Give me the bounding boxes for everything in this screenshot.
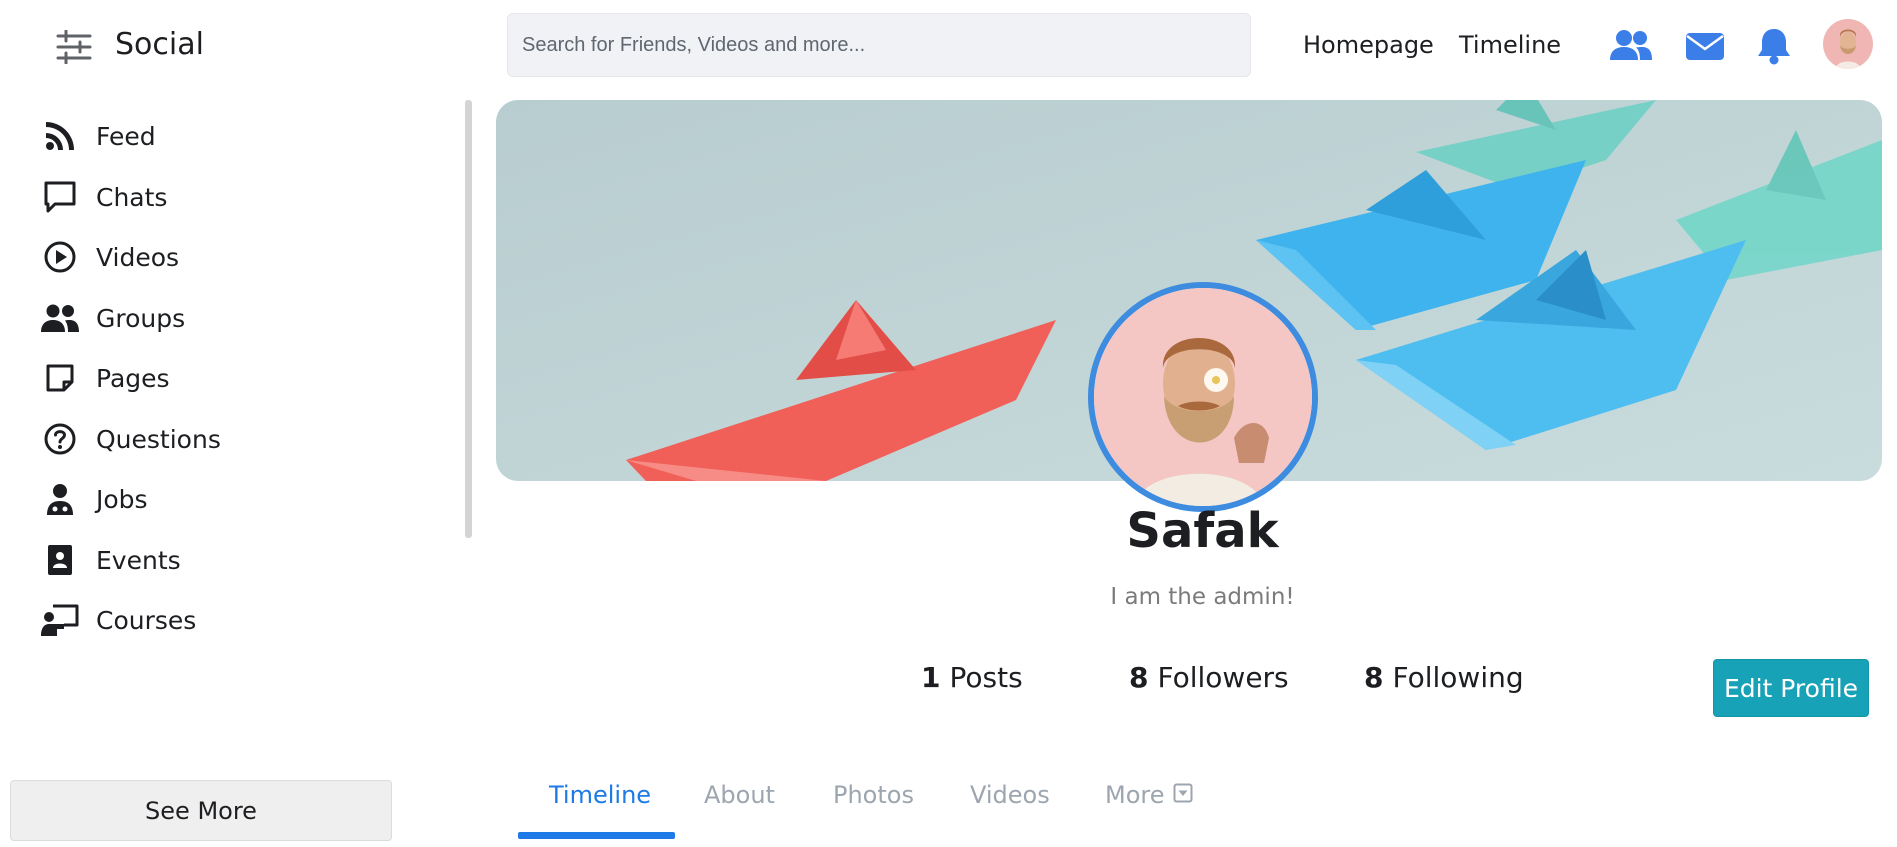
active-tab-indicator xyxy=(518,832,675,839)
sidebar-scrollbar[interactable] xyxy=(465,100,472,538)
stat-label: Following xyxy=(1392,661,1524,694)
users-icon xyxy=(40,298,80,338)
sidebar-item-label: Videos xyxy=(96,242,180,272)
sidebar-item-videos[interactable]: Videos xyxy=(40,232,400,282)
chat-icon xyxy=(40,177,80,217)
following-count[interactable]: 8 Following xyxy=(1364,661,1524,694)
stat-label: Posts xyxy=(949,661,1023,694)
profile-bio: I am the admin! xyxy=(1110,584,1295,610)
edit-profile-button[interactable]: Edit Profile xyxy=(1713,659,1869,717)
sidebar-item-label: Jobs xyxy=(96,484,148,514)
sidebar-item-label: Questions xyxy=(96,424,221,454)
caret-down-icon xyxy=(1173,781,1193,809)
teacher-icon xyxy=(40,600,80,640)
tab-timeline[interactable]: Timeline xyxy=(549,781,651,809)
bell-icon[interactable] xyxy=(1752,26,1796,66)
stat-value: 8 xyxy=(1129,661,1149,694)
nav-link-timeline[interactable]: Timeline xyxy=(1459,31,1561,59)
search-input[interactable] xyxy=(508,14,1250,76)
contact-book-icon xyxy=(40,540,80,580)
tab-more-label: More xyxy=(1105,781,1165,809)
profile-picture[interactable] xyxy=(1088,282,1318,512)
friends-icon[interactable] xyxy=(1609,26,1653,66)
sliders-menu-icon[interactable] xyxy=(54,29,94,65)
sidebar-item-events[interactable]: Events xyxy=(40,535,400,585)
sidebar-item-questions[interactable]: Questions xyxy=(40,414,400,464)
note-icon xyxy=(40,358,80,398)
followers-count[interactable]: 8 Followers xyxy=(1129,661,1289,694)
stat-value: 1 xyxy=(921,661,941,694)
brand-name[interactable]: Social xyxy=(115,27,204,62)
sidebar-item-label: Groups xyxy=(96,303,186,333)
sidebar-item-label: Chats xyxy=(96,182,168,212)
doctor-icon xyxy=(40,479,80,519)
sidebar-item-chats[interactable]: Chats xyxy=(40,172,400,222)
rss-icon xyxy=(40,116,80,156)
sidebar-item-courses[interactable]: Courses xyxy=(40,595,400,645)
sidebar-item-jobs[interactable]: Jobs xyxy=(40,474,400,524)
question-icon xyxy=(40,419,80,459)
see-more-button[interactable]: See More xyxy=(10,780,392,841)
top-navbar: Social Homepage Timeline xyxy=(0,0,1897,92)
stat-value: 8 xyxy=(1364,661,1384,694)
mail-icon[interactable] xyxy=(1683,26,1727,66)
sidebar-item-pages[interactable]: Pages xyxy=(40,353,400,403)
posts-count[interactable]: 1 Posts xyxy=(921,661,1023,694)
sidebar-item-label: Courses xyxy=(96,605,197,635)
user-avatar[interactable] xyxy=(1823,19,1873,69)
profile-name: Safak xyxy=(1126,503,1279,559)
tab-videos[interactable]: Videos xyxy=(970,781,1050,809)
sidebar-item-label: Events xyxy=(96,545,181,575)
sidebar: Feed Chats Videos Groups Pages Questions xyxy=(0,100,470,847)
tab-about[interactable]: About xyxy=(704,781,775,809)
play-icon xyxy=(40,237,80,277)
tab-more[interactable]: More xyxy=(1105,781,1193,809)
stat-label: Followers xyxy=(1157,661,1289,694)
tab-photos[interactable]: Photos xyxy=(833,781,914,809)
nav-link-homepage[interactable]: Homepage xyxy=(1303,31,1434,59)
sidebar-item-label: Feed xyxy=(96,121,156,151)
search-box[interactable] xyxy=(507,13,1251,77)
sidebar-item-label: Pages xyxy=(96,363,170,393)
sidebar-item-groups[interactable]: Groups xyxy=(40,293,400,343)
sidebar-item-feed[interactable]: Feed xyxy=(40,111,400,161)
